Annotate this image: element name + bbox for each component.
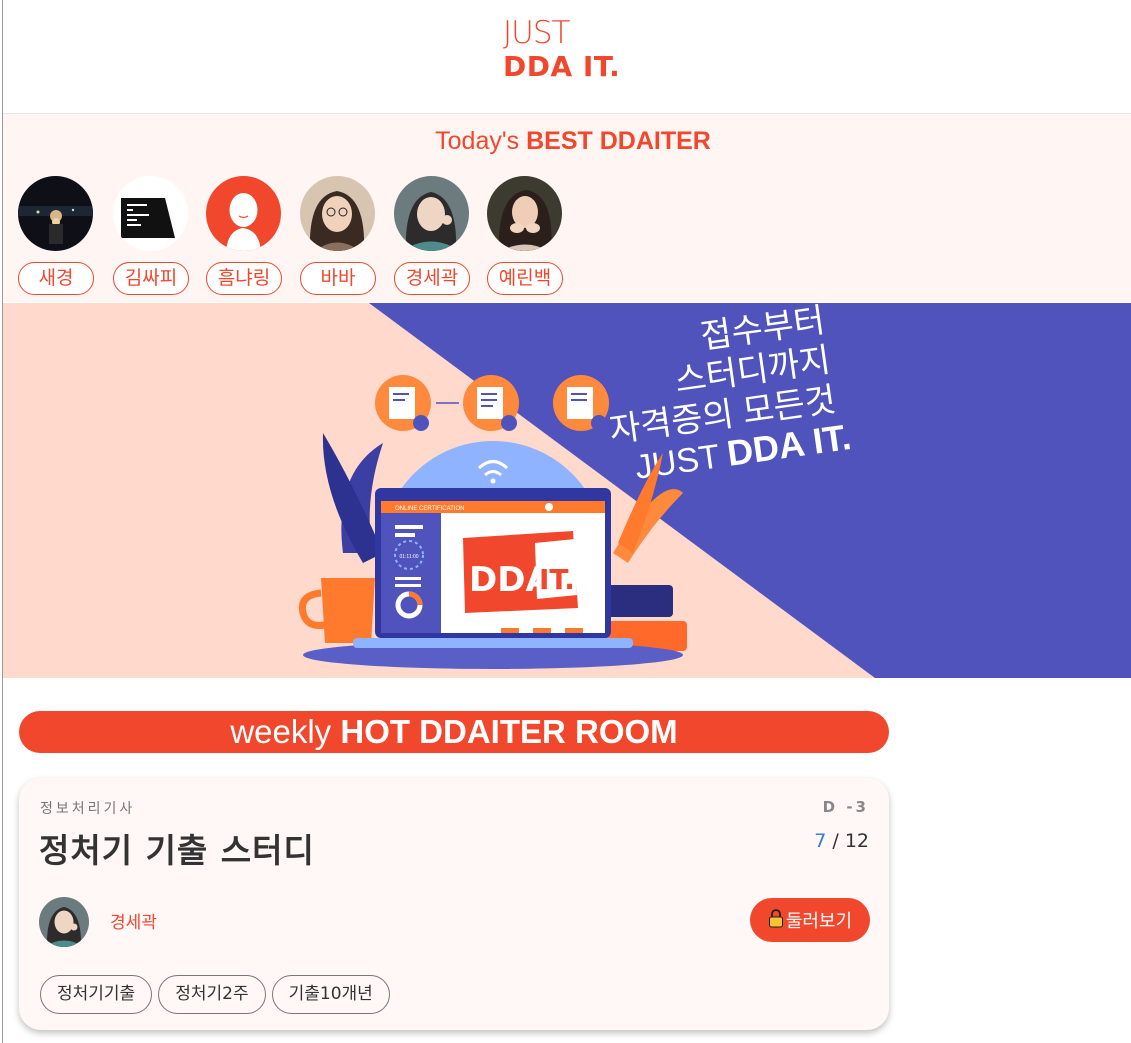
best-user-name: 예린백 [487, 262, 563, 295]
best-ddaiter-section: Today's BEST DDAITER 새경 김싸피 흠냐링 바바 경세곽 예… [3, 114, 1131, 302]
room-tag[interactable]: 정처기기출 [40, 975, 153, 1014]
avatar [394, 176, 469, 251]
best-title-bold: BEST DDAITER [526, 127, 711, 155]
room-tags: 정처기기출 정처기2주 기출10개년 [40, 975, 390, 1014]
document-flow-icons [375, 375, 609, 431]
best-user-name: 새경 [18, 262, 94, 295]
room-count-separator: / [832, 830, 839, 852]
best-user-4[interactable]: 바바 [300, 176, 376, 295]
screen-header: ONLINE CERTIFICATION [395, 506, 464, 512]
avatar [18, 176, 93, 251]
avatar [487, 176, 562, 251]
best-user-name: 경세곽 [394, 262, 470, 295]
screen-logo: DDA IT. [463, 531, 578, 613]
room-category: 정보처리기사 [40, 801, 136, 817]
best-user-2[interactable]: 김싸피 [113, 176, 189, 295]
room-tag[interactable]: 기출10개년 [271, 975, 390, 1014]
room-max-count: 12 [844, 830, 869, 852]
lock-icon [768, 908, 784, 933]
room-card[interactable]: 정보처리기사 D -3 정처기 기출 스터디 7 / 12 경세곽 둘러보기 정… [19, 778, 889, 1030]
peek-label: 둘러보기 [785, 911, 853, 932]
room-member-count: 7 / 12 [814, 830, 869, 852]
best-user-6[interactable]: 예린백 [487, 176, 563, 295]
avatar [300, 176, 375, 251]
best-user-5[interactable]: 경세곽 [394, 176, 470, 295]
screen-pct: 29% [404, 603, 415, 609]
weekly-title-thin: weekly [230, 713, 332, 750]
best-user-name: 김싸피 [113, 262, 189, 295]
owner-name[interactable]: 경세곽 [110, 908, 157, 933]
best-user-name: 바바 [300, 262, 376, 295]
logo[interactable]: JUST DDA IT. [503, 18, 620, 81]
header: JUST DDA IT. [3, 0, 1131, 114]
logo-line1: JUST [503, 15, 570, 51]
best-user-1[interactable]: 새경 [18, 176, 94, 295]
peek-button[interactable]: 둘러보기 [750, 898, 870, 942]
best-user-3[interactable]: 흠냐링 [206, 176, 282, 295]
room-title: 정처기 기출 스터디 [39, 831, 315, 870]
room-tag[interactable]: 정처기2주 [158, 975, 266, 1014]
default-avatar [206, 176, 281, 251]
best-title-thin: Today's [435, 127, 520, 155]
weekly-title-bold: HOT DDAITER ROOM [340, 713, 678, 750]
owner-avatar [39, 897, 89, 947]
room-dday: D -3 [822, 798, 869, 816]
logo-line2: DDA IT. [503, 50, 621, 83]
screen-logo-b: IT. [539, 563, 575, 596]
avatar [113, 176, 188, 251]
best-user-name: 흠냐링 [206, 262, 282, 295]
app-frame: JUST DDA IT. Today's BEST DDAITER 새경 김싸피… [2, 0, 1131, 1043]
promo-banner[interactable]: 접수부터 스터디까지 자격증의 모든것 JUST DDA IT. ONLINE … [3, 303, 1131, 678]
best-title: Today's BEST DDAITER [3, 127, 1131, 156]
room-current-count: 7 [814, 830, 827, 852]
weekly-hot-room-title: weekly HOT DDAITER ROOM [19, 711, 889, 753]
screen-timer: 01:11:00 [399, 554, 418, 560]
